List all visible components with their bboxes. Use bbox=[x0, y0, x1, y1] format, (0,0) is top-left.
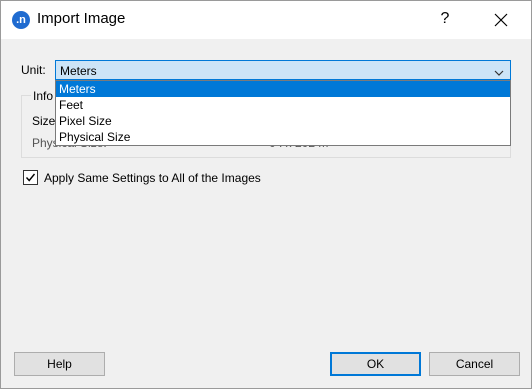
import-image-dialog: .n Import Image ? Unit: Meters Info Size… bbox=[0, 0, 532, 389]
unit-option-physical-size[interactable]: Physical Size bbox=[56, 129, 510, 145]
window-title: Import Image bbox=[37, 10, 126, 27]
unit-option-pixel-size[interactable]: Pixel Size bbox=[56, 113, 510, 129]
apply-all-checkbox[interactable] bbox=[23, 170, 38, 185]
unit-label: Unit: bbox=[21, 63, 46, 77]
title-bar: .n Import Image ? bbox=[1, 1, 531, 39]
cancel-button[interactable]: Cancel bbox=[429, 352, 520, 376]
apply-all-label[interactable]: Apply Same Settings to All of the Images bbox=[44, 171, 261, 185]
app-icon: .n bbox=[12, 11, 30, 29]
info-group-title: Info bbox=[31, 89, 56, 103]
help-button[interactable]: Help bbox=[14, 352, 105, 376]
help-icon[interactable]: ? bbox=[438, 10, 452, 28]
checkmark-icon bbox=[25, 173, 36, 182]
unit-option-feet[interactable]: Feet bbox=[56, 97, 510, 113]
unit-option-meters[interactable]: Meters bbox=[56, 81, 510, 97]
unit-select-value: Meters bbox=[60, 64, 97, 78]
ok-button[interactable]: OK bbox=[330, 352, 421, 376]
unit-select[interactable]: Meters bbox=[55, 60, 511, 80]
close-icon[interactable] bbox=[487, 7, 515, 33]
size-label: Size bbox=[32, 114, 56, 128]
chevron-down-icon bbox=[494, 66, 504, 80]
unit-dropdown-list: Meters Feet Pixel Size Physical Size bbox=[55, 80, 511, 146]
